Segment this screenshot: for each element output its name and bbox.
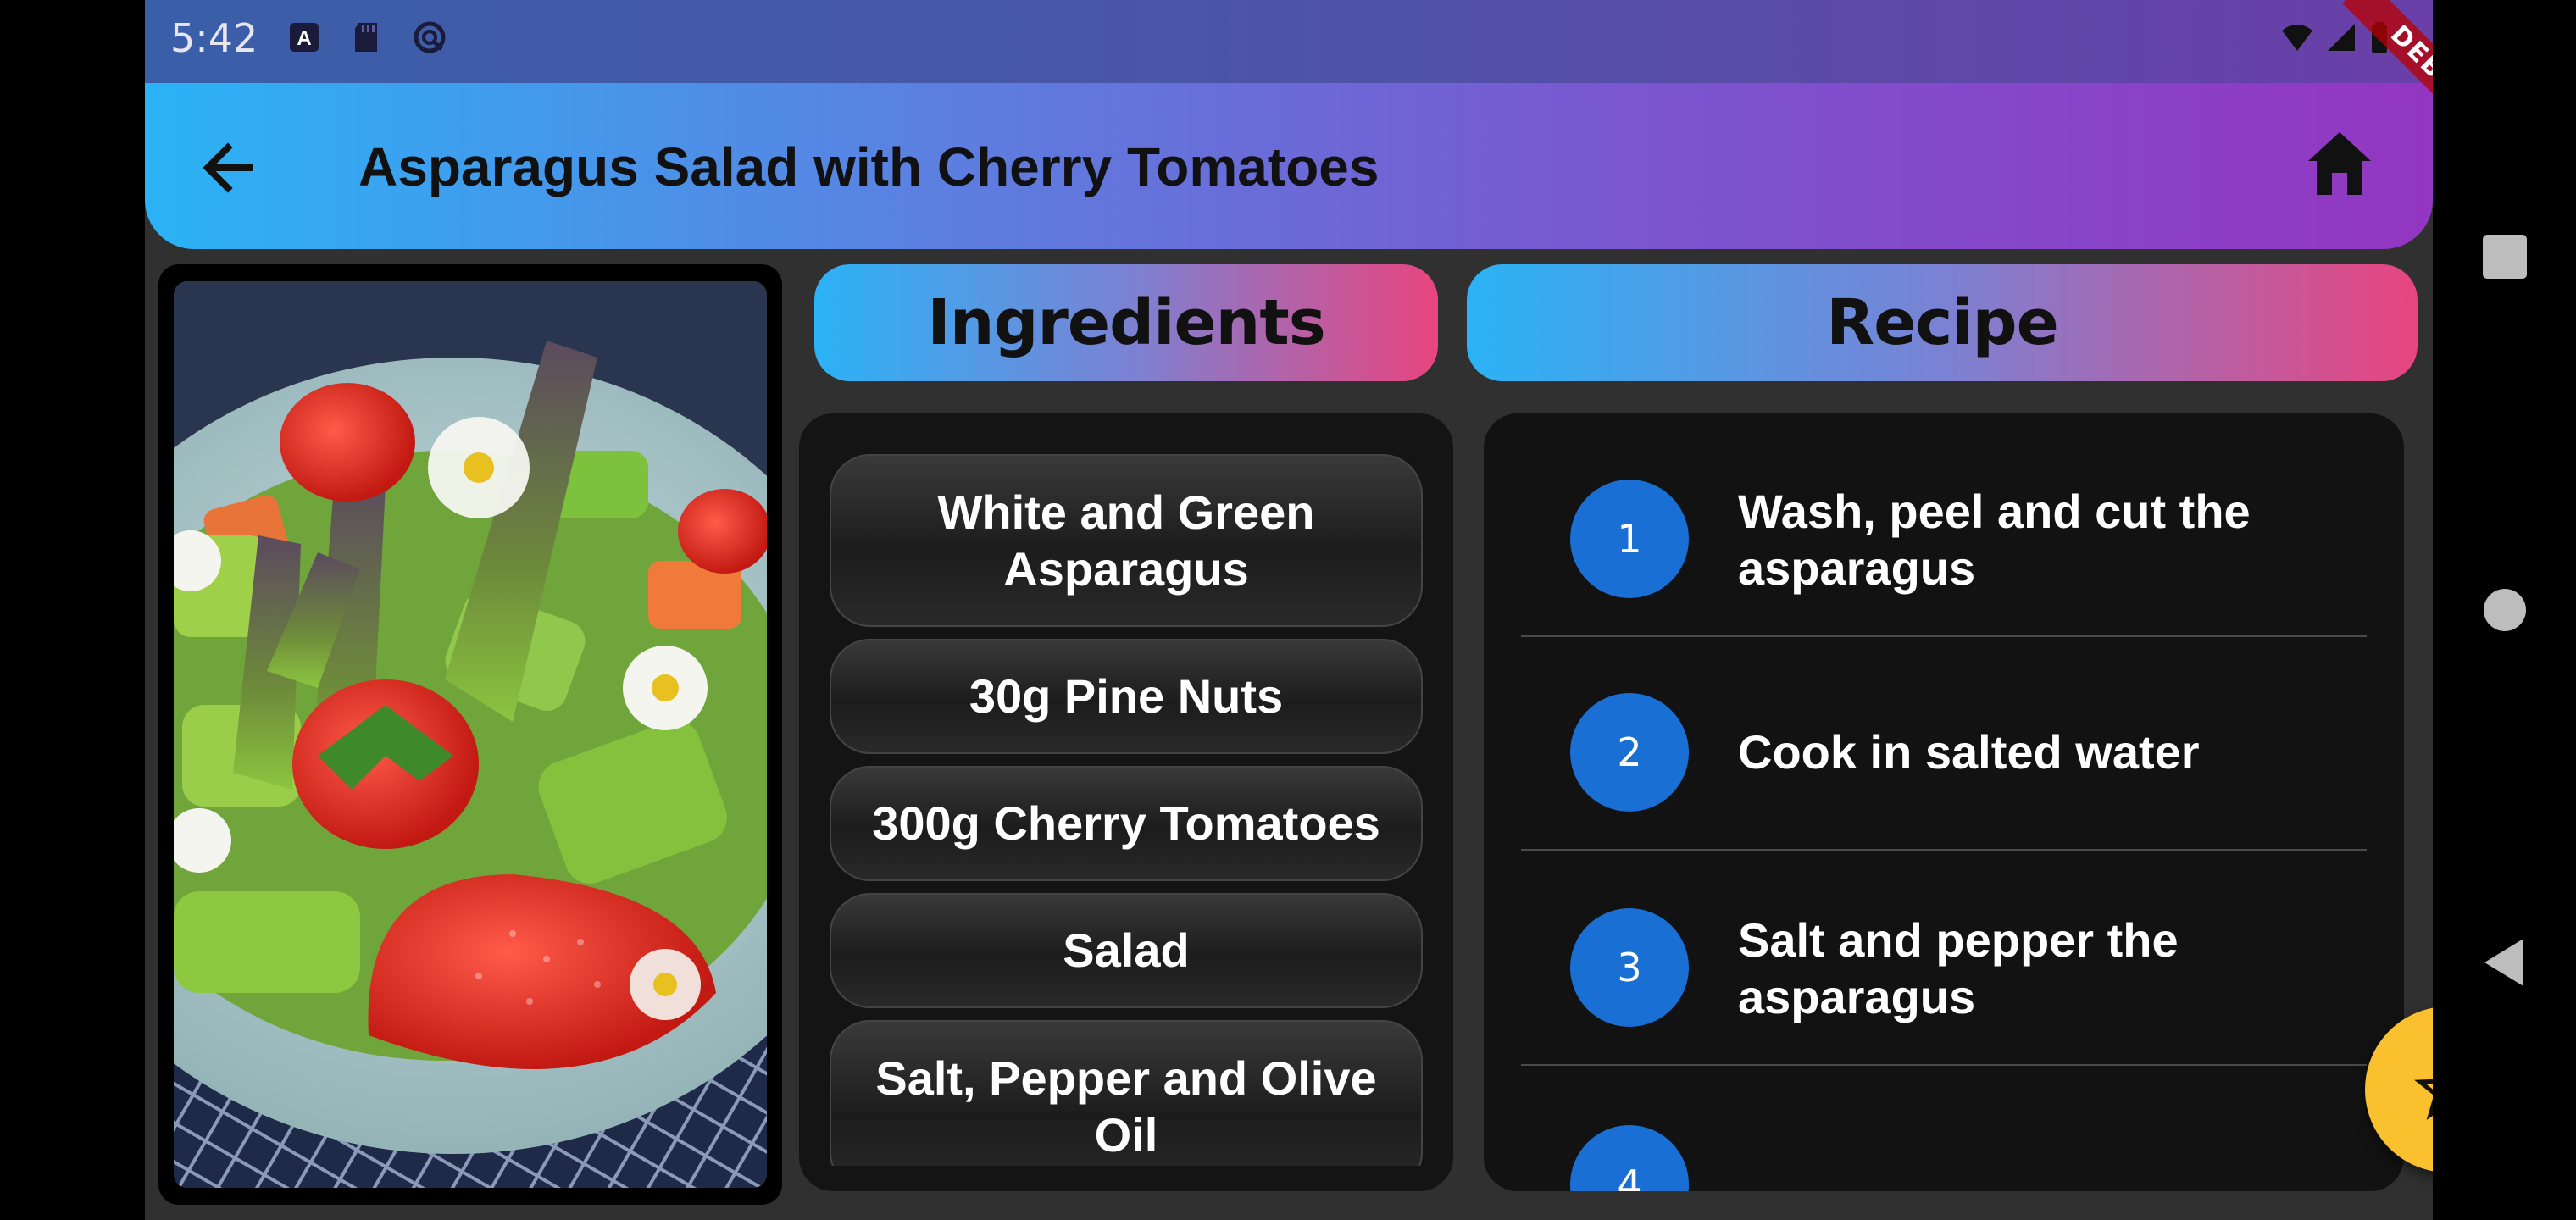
- ingredient-item[interactable]: Salad: [830, 893, 1423, 1008]
- ingredient-item[interactable]: 300g Cherry Tomatoes: [830, 766, 1423, 881]
- triangle-back-icon: [2484, 939, 2523, 986]
- status-bar: 5:42 A: [145, 0, 2433, 83]
- ingredients-panel: White and Green Asparagus 30g Pine Nuts …: [799, 413, 1453, 1191]
- step-divider: [1521, 1064, 2367, 1066]
- square-icon: [2482, 235, 2527, 279]
- app-bar: Asparagus Salad with Cherry Tomatoes: [145, 83, 2433, 249]
- salad-image: [174, 281, 767, 1188]
- system-back-button[interactable]: [2433, 912, 2576, 1013]
- step-text: Wash, peel and cut the asparagus: [1738, 485, 2251, 596]
- recipe-step[interactable]: 4: [1521, 1091, 2367, 1191]
- step-number-badge: 1: [1570, 480, 1689, 598]
- battery-icon: [2372, 22, 2387, 53]
- app-screen: 5:42 A Asparagus Salad with Cherry Tomat…: [145, 0, 2433, 1220]
- star-outline-icon: [2414, 1079, 2433, 1120]
- system-nav-bar: [2433, 0, 2576, 1220]
- recents-button[interactable]: [2433, 206, 2576, 308]
- salad-photo: [174, 281, 767, 1188]
- recipe-step[interactable]: 3 Salt and pepper the asparagus: [1521, 876, 2367, 1066]
- step-number-badge: 2: [1570, 693, 1689, 812]
- ingredient-item[interactable]: White and Green Asparagus: [830, 454, 1423, 627]
- page-title: Asparagus Salad with Cherry Tomatoes: [358, 136, 1380, 197]
- a-notification-icon: A: [290, 23, 319, 52]
- ingredient-item[interactable]: 30g Pine Nuts: [830, 639, 1423, 754]
- step-text: Salt and pepper the asparagus: [1738, 913, 2179, 1024]
- step-number-badge: 4: [1570, 1125, 1689, 1191]
- tab-recipe[interactable]: Recipe: [1467, 264, 2418, 381]
- circle-icon: [2483, 589, 2526, 631]
- status-time: 5:42: [170, 15, 258, 61]
- step-divider: [1521, 635, 2367, 637]
- arrow-back-icon[interactable]: [194, 134, 262, 202]
- step-text: Cook in salted water: [1738, 725, 2200, 779]
- step-number-badge: 3: [1570, 908, 1689, 1027]
- svg-text:A: A: [297, 27, 311, 50]
- home-icon[interactable]: [2301, 125, 2378, 202]
- step-divider: [1521, 849, 2367, 851]
- sd-card-icon: [355, 23, 377, 52]
- system-home-button[interactable]: [2433, 559, 2576, 661]
- ingredients-list[interactable]: White and Green Asparagus 30g Pine Nuts …: [830, 454, 1423, 1166]
- sync-circle-icon: [414, 21, 446, 53]
- recipe-photo-frame: [158, 264, 782, 1205]
- signal-icon: [2328, 24, 2355, 51]
- recipe-step[interactable]: 2 Cook in salted water: [1521, 663, 2367, 851]
- wifi-icon: [2282, 25, 2312, 51]
- tab-ingredients[interactable]: Ingredients: [814, 264, 1438, 381]
- recipe-panel: 1 Wash, peel and cut the asparagus 2 Coo…: [1484, 413, 2404, 1191]
- recipe-step[interactable]: 1 Wash, peel and cut the asparagus: [1521, 447, 2367, 637]
- ingredient-item[interactable]: Salt, Pepper and Olive Oil: [830, 1020, 1423, 1166]
